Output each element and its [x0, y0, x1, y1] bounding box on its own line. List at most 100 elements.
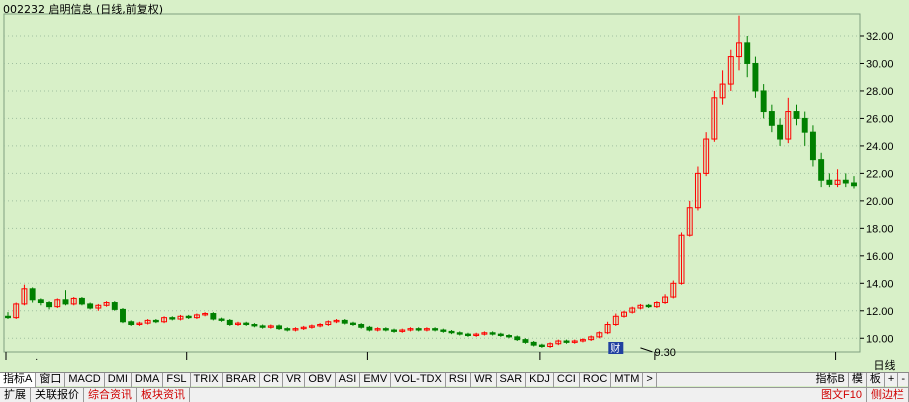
candle-body [251, 324, 258, 327]
candle-body [276, 325, 283, 330]
candle-body [464, 333, 471, 337]
candle-body [563, 340, 570, 343]
indicator-tab[interactable]: WR [471, 372, 497, 387]
indicator-tab[interactable]: ASI [336, 372, 361, 387]
x-tick-label: 11 [658, 359, 669, 360]
candle-body [391, 329, 398, 332]
indicator-right-tab[interactable]: 指标B [813, 372, 849, 387]
chart-title: 002232 启明信息 (日线,前复权) [3, 3, 164, 16]
candle-body [29, 288, 36, 301]
indicator-tab[interactable]: SAR [497, 372, 527, 387]
candle-body [456, 332, 463, 335]
y-tick-label: 30.00 [866, 58, 894, 70]
candle-body [522, 339, 529, 343]
indicator-tab[interactable]: CCI [554, 372, 580, 387]
candle-body [5, 315, 11, 319]
candle-body [530, 341, 537, 346]
indicator-tab[interactable]: CR [260, 372, 284, 387]
candle-body [842, 179, 849, 184]
indicator-tab[interactable]: 窗口 [36, 372, 66, 387]
bottom-tab[interactable]: 综合资讯 [84, 387, 137, 402]
indicator-tab[interactable]: FSL [163, 372, 191, 387]
bottom-tab[interactable]: 扩展 [0, 387, 31, 402]
candle-body [793, 111, 800, 119]
candle-body [366, 326, 373, 331]
indicator-tab[interactable]: 指标A [0, 372, 37, 387]
annotation-arrow [640, 347, 653, 353]
x-tick-label: 2021年 [9, 357, 44, 360]
candle-body [46, 302, 53, 308]
candle-body [210, 313, 217, 320]
candle-body [152, 319, 159, 323]
chart-area[interactable]: 10.00 12.00 14.00 16.00 18.00 20.00 22.00 24.00… [0, 0, 909, 360]
indicator-tab[interactable]: > [643, 372, 657, 387]
y-tick-label: 12.00 [866, 306, 894, 318]
bottom-right-tab[interactable]: 侧边栏 [867, 387, 909, 402]
candle-body [497, 333, 504, 337]
candle-body [760, 90, 767, 113]
candle-body [851, 182, 857, 187]
y-tick-label: 22.00 [866, 168, 894, 180]
indicator-tab[interactable]: KDJ [526, 372, 554, 387]
candle-body [432, 328, 439, 331]
bottom-right-tab[interactable]: 图文F10 [817, 387, 867, 402]
indicator-tab[interactable]: OBV [305, 372, 336, 387]
candle-body [826, 179, 833, 185]
y-tick-label: 20.00 [866, 196, 894, 208]
indicator-tab[interactable]: BRAR [223, 372, 261, 387]
y-tick-label: 10.00 [866, 333, 894, 345]
candle-body [514, 336, 521, 341]
indicator-right-tab[interactable]: 模 [849, 372, 867, 387]
candle-body [128, 321, 135, 326]
indicator-right-tab[interactable]: 板 [867, 372, 885, 387]
candlestick-chart[interactable]: 10.00 12.00 14.00 16.00 18.00 20.00 22.00 24.00… [0, 0, 909, 360]
candle-body [243, 322, 250, 326]
candle-body [226, 319, 233, 326]
y-tick-label: 28.00 [866, 86, 894, 98]
indicator-tab[interactable]: ROC [580, 372, 612, 387]
candle-body [818, 159, 825, 181]
bottom-tab[interactable]: 板块资讯 [137, 387, 190, 402]
y-tick-label: 16.00 [866, 251, 894, 263]
indicator-tab[interactable]: DMI [105, 372, 132, 387]
indicator-tab[interactable]: MACD [65, 372, 105, 387]
candle-body [284, 328, 291, 331]
indicator-tab[interactable]: DMA [132, 372, 164, 387]
period-label[interactable]: 日线 [860, 360, 909, 372]
y-tick-label: 14.00 [866, 278, 894, 290]
candle-body [185, 315, 192, 319]
indicator-tab[interactable]: RSI [446, 372, 472, 387]
candle-body [777, 124, 784, 140]
candle-body [259, 325, 266, 328]
candle-body [752, 62, 759, 92]
x-tick-label: 10 [543, 359, 555, 360]
candle-body [87, 303, 94, 309]
candle-body [382, 328, 389, 331]
candle-body [218, 318, 225, 321]
indicator-right-tab[interactable]: + [885, 372, 899, 387]
bottom-tabs: 扩展 关联报价 综合资讯 板块资讯 图文F10 侧边栏 [0, 387, 909, 402]
indicator-tab[interactable]: MTM [611, 372, 644, 387]
candle-body [809, 131, 816, 161]
indicator-tabs: 指标A 窗口 MACD DMI DMA FSL TRIX BRAR CR VR OBV ASI EMV V… [0, 372, 909, 387]
candle-body [111, 302, 118, 310]
candle-body [341, 319, 348, 324]
candle-body [358, 324, 365, 328]
annotation-label: 9.30 [654, 347, 675, 359]
indicator-tab[interactable]: VR [283, 372, 306, 387]
indicator-tab[interactable]: VOL-TDX [391, 372, 446, 387]
candle-body [78, 297, 85, 305]
indicator-right-tab[interactable]: - [898, 372, 909, 387]
bottom-tab[interactable]: 关联报价 [31, 387, 84, 402]
candle-body [415, 328, 422, 331]
y-tick-label: 32.00 [866, 31, 894, 43]
candle-body [62, 299, 69, 305]
indicator-tab[interactable]: TRIX [191, 372, 223, 387]
indicator-tab[interactable]: EMV [360, 372, 392, 387]
candle-body [120, 308, 126, 323]
candle-body [538, 344, 545, 348]
y-tick-label: 26.00 [866, 113, 894, 125]
candle-body [440, 329, 447, 332]
plot-frame [3, 13, 861, 353]
y-tick-label: 18.00 [866, 223, 894, 235]
